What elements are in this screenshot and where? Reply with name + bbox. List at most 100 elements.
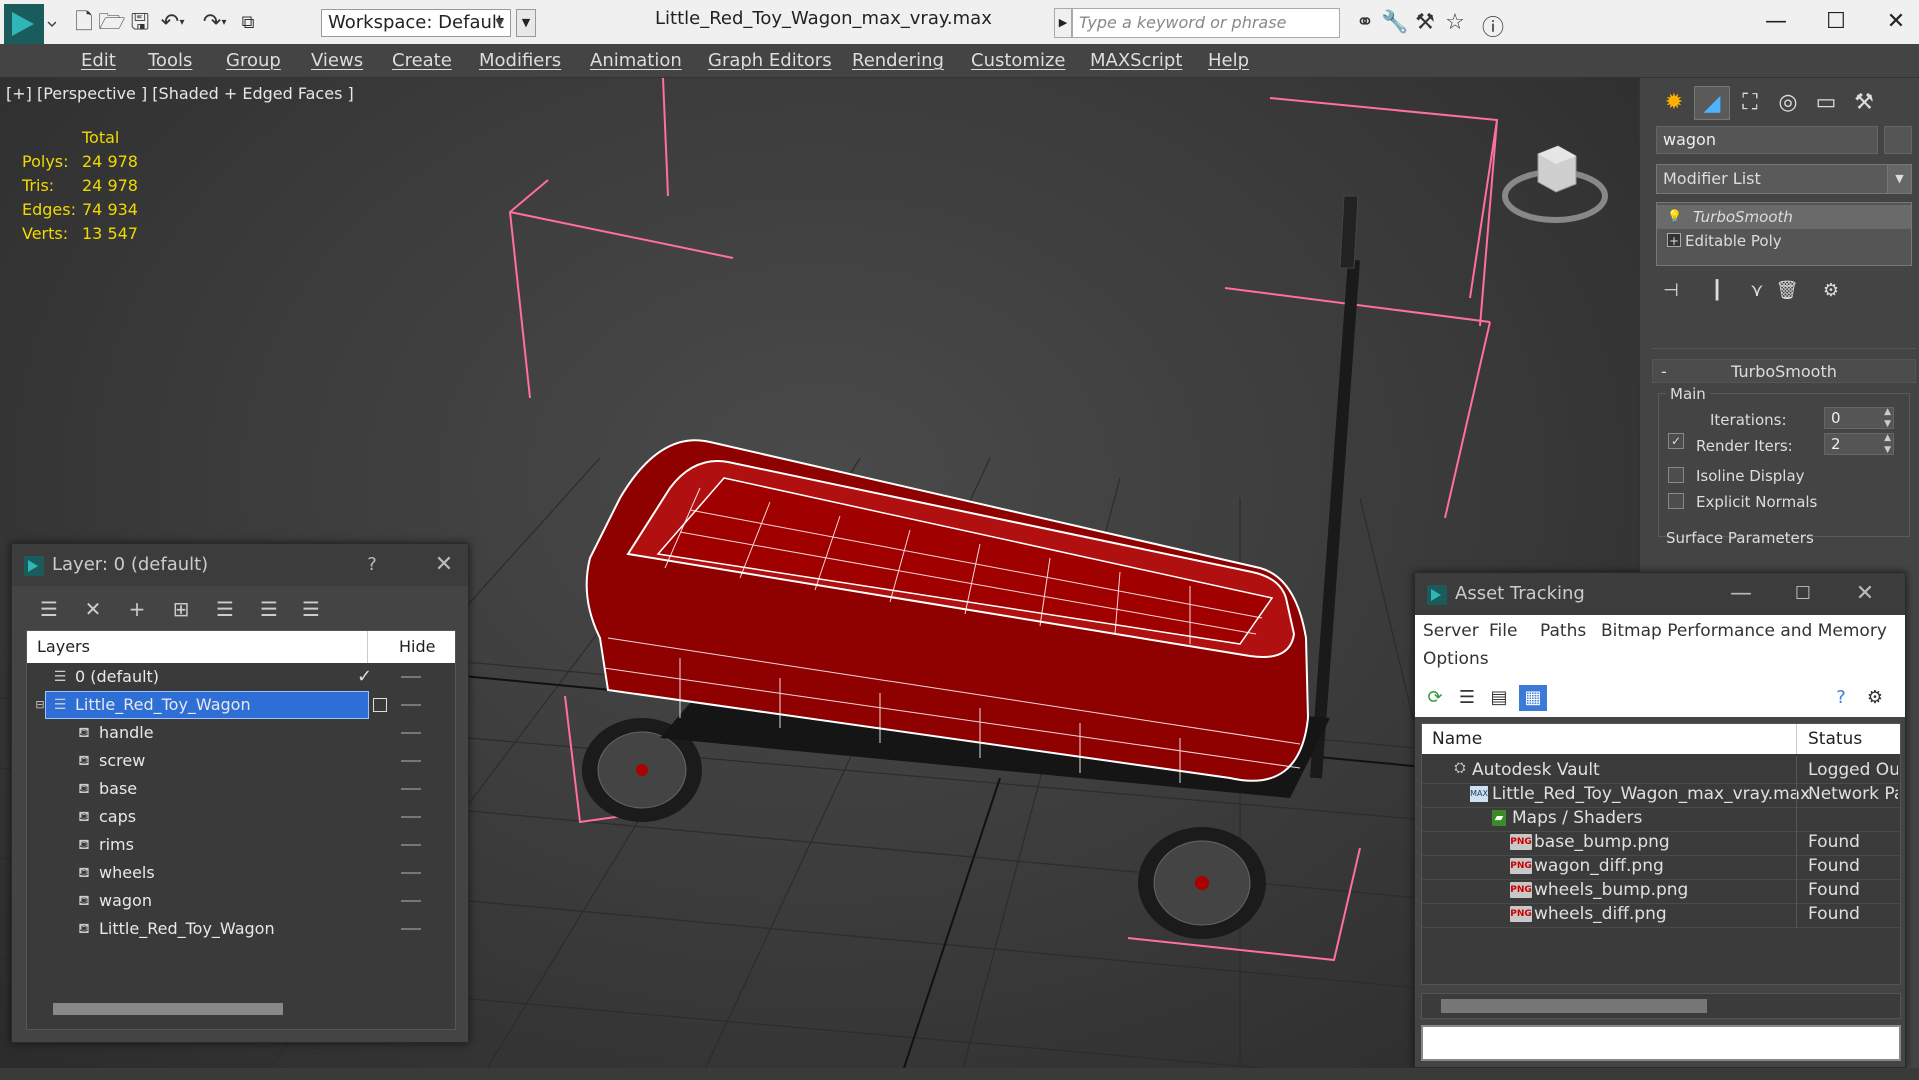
menu-help[interactable]: Help [1208,50,1249,71]
create-tab-icon[interactable]: ✹ [1656,86,1692,120]
render-iters-spinner[interactable]: 2 ▲ ▼ [1824,433,1894,455]
menu-server[interactable]: Server [1423,621,1479,641]
horizontal-scrollbar[interactable] [53,1003,283,1015]
menu-file[interactable]: File [1489,621,1517,641]
hide-toggle[interactable] [401,760,421,762]
modify-tab-icon[interactable]: ◢ [1694,86,1730,120]
col-name[interactable]: Name [1432,724,1482,754]
menu-bitmap-performance[interactable]: Bitmap Performance and Memory [1601,621,1887,641]
object-color-swatch[interactable] [1884,126,1912,154]
save-file-icon[interactable]: 🖫 [126,10,154,36]
pin-stack-icon[interactable]: ⊣ [1656,276,1686,306]
search-input[interactable]: Type a keyword or phrase [1072,8,1340,38]
layer-row[interactable]: ⛾ rims [27,831,455,859]
col-layers[interactable]: Layers [37,631,90,663]
viewcube-icon[interactable] [1500,126,1610,226]
hierarchy-tab-icon[interactable]: ⛶ [1732,86,1768,120]
show-end-result-icon[interactable]: ┃ [1702,276,1732,306]
app-logo-icon[interactable] [4,4,56,44]
workspace-menu-button[interactable]: ▼ [516,9,536,37]
wrench-icon[interactable]: 🔧 [1380,10,1410,35]
spinner-arrows-icon[interactable]: ▲ ▼ [1884,406,1891,430]
modifier-list-dropdown[interactable]: Modifier List ▼ [1656,164,1912,194]
hide-toggle[interactable] [401,788,421,790]
help-button[interactable]: ? [352,544,392,586]
table-view-icon[interactable]: ▦ [1519,685,1547,711]
hide-toggle[interactable] [401,676,421,678]
hide-toggle[interactable] [401,732,421,734]
layer-window-titlebar[interactable]: Layer: 0 (default) ? ✕ [12,544,468,586]
project-folder-icon[interactable]: ⧉ [234,10,262,36]
workspace-dropdown[interactable]: Workspace: Default ▼ [321,9,511,37]
menu-tools[interactable]: Tools [148,50,192,71]
menu-paths[interactable]: Paths [1540,621,1586,641]
hide-toggle[interactable] [401,872,421,874]
col-hide[interactable]: Hide [399,631,435,663]
menu-views[interactable]: Views [311,50,363,71]
rollout-header[interactable]: - TurboSmooth [1652,359,1916,383]
stack-item-editable-poly[interactable]: + Editable Poly [1657,229,1911,253]
new-layer-icon[interactable]: + [120,594,154,624]
asset-path-field[interactable] [1421,1025,1901,1061]
maximize-button[interactable]: ☐ [1806,4,1866,40]
col-status[interactable]: Status [1808,724,1862,754]
select-objects-icon[interactable]: ☰ [208,594,242,624]
menu-edit[interactable]: Edit [81,50,116,71]
layer-row[interactable]: ⊟ ☰ Little_Red_Toy_Wagon [27,691,455,719]
layer-row[interactable]: ⛾ caps [27,803,455,831]
layer-row[interactable]: ⛾ handle [27,719,455,747]
settings-icon[interactable]: ⚙ [1861,685,1889,711]
maximize-button[interactable]: ☐ [1783,573,1823,615]
thumbnail-view-icon[interactable]: ▤ [1485,685,1513,711]
remove-modifier-icon[interactable]: 🗑 [1772,276,1802,306]
menu-create[interactable]: Create [392,50,452,71]
help-icon[interactable]: ? [1827,685,1855,711]
minimize-button[interactable]: — [1746,4,1806,40]
layer-options-icon[interactable]: ☰ [32,594,66,624]
layer-row[interactable]: ⛾ wagon [27,887,455,915]
layer-row[interactable]: ⛾ screw [27,747,455,775]
iterations-spinner[interactable]: 0 ▲ ▼ [1824,407,1894,429]
menu-options[interactable]: Options [1423,649,1489,669]
stack-item-turbosmooth[interactable]: 💡 TurboSmooth [1657,205,1911,229]
menu-animation[interactable]: Animation [590,50,682,71]
menu-modifiers[interactable]: Modifiers [479,50,561,71]
layer-row[interactable]: ⛾ wheels [27,859,455,887]
viewport-label[interactable]: [+] [Perspective ] [Shaded + Edged Faces… [6,84,354,103]
spinner-arrows-icon[interactable]: ▲ ▼ [1884,432,1891,456]
menu-graph-editors[interactable]: Graph Editors [708,50,832,71]
isoline-display-checkbox[interactable] [1668,467,1684,483]
hide-toggle[interactable] [401,704,421,706]
object-name-input[interactable]: wagon [1656,126,1878,154]
hide-toggle[interactable] [401,816,421,818]
hide-toggle[interactable] [401,900,421,902]
expand-plus-icon[interactable]: + [1667,233,1681,248]
layer-row[interactable]: ☰ 0 (default) ✓ [27,663,455,691]
current-layer-check-icon[interactable]: ✓ [357,663,372,691]
close-button[interactable]: ✕ [1866,4,1919,40]
redo-dropdown-icon[interactable]: ▾ [218,10,230,36]
menu-rendering[interactable]: Rendering [852,50,944,71]
hide-all-layers-icon[interactable]: ☰ [294,594,328,624]
horizontal-scrollbar[interactable] [1441,999,1707,1013]
layer-row[interactable]: ⛾ base [27,775,455,803]
delete-layer-icon[interactable]: ✕ [76,594,110,624]
highlight-layer-icon[interactable]: ☰ [252,594,286,624]
hide-toggle[interactable] [401,844,421,846]
lightbulb-icon[interactable]: 💡 [1667,209,1682,223]
menu-customize[interactable]: Customize [971,50,1065,71]
list-view-icon[interactable]: ☰ [1453,685,1481,711]
set-current-checkbox[interactable] [373,698,387,712]
hide-toggle[interactable] [401,928,421,930]
undo-dropdown-icon[interactable]: ▾ [176,10,188,36]
collapse-icon[interactable]: ⊟ [31,691,49,719]
minimize-button[interactable]: — [1721,573,1761,615]
explicit-normals-checkbox[interactable] [1668,493,1684,509]
asset-row[interactable]: PNG wheels_diff.png Found [1422,900,1900,928]
add-to-layer-icon[interactable]: ⊞ [164,594,198,624]
tools-icon[interactable]: ⚒ [1410,10,1440,35]
binoculars-icon[interactable]: ⚭ [1350,10,1380,35]
close-icon[interactable]: ✕ [1845,573,1885,615]
search-expand-button[interactable]: ▶ [1054,8,1072,38]
asset-window-titlebar[interactable]: Asset Tracking — ☐ ✕ [1415,573,1905,615]
